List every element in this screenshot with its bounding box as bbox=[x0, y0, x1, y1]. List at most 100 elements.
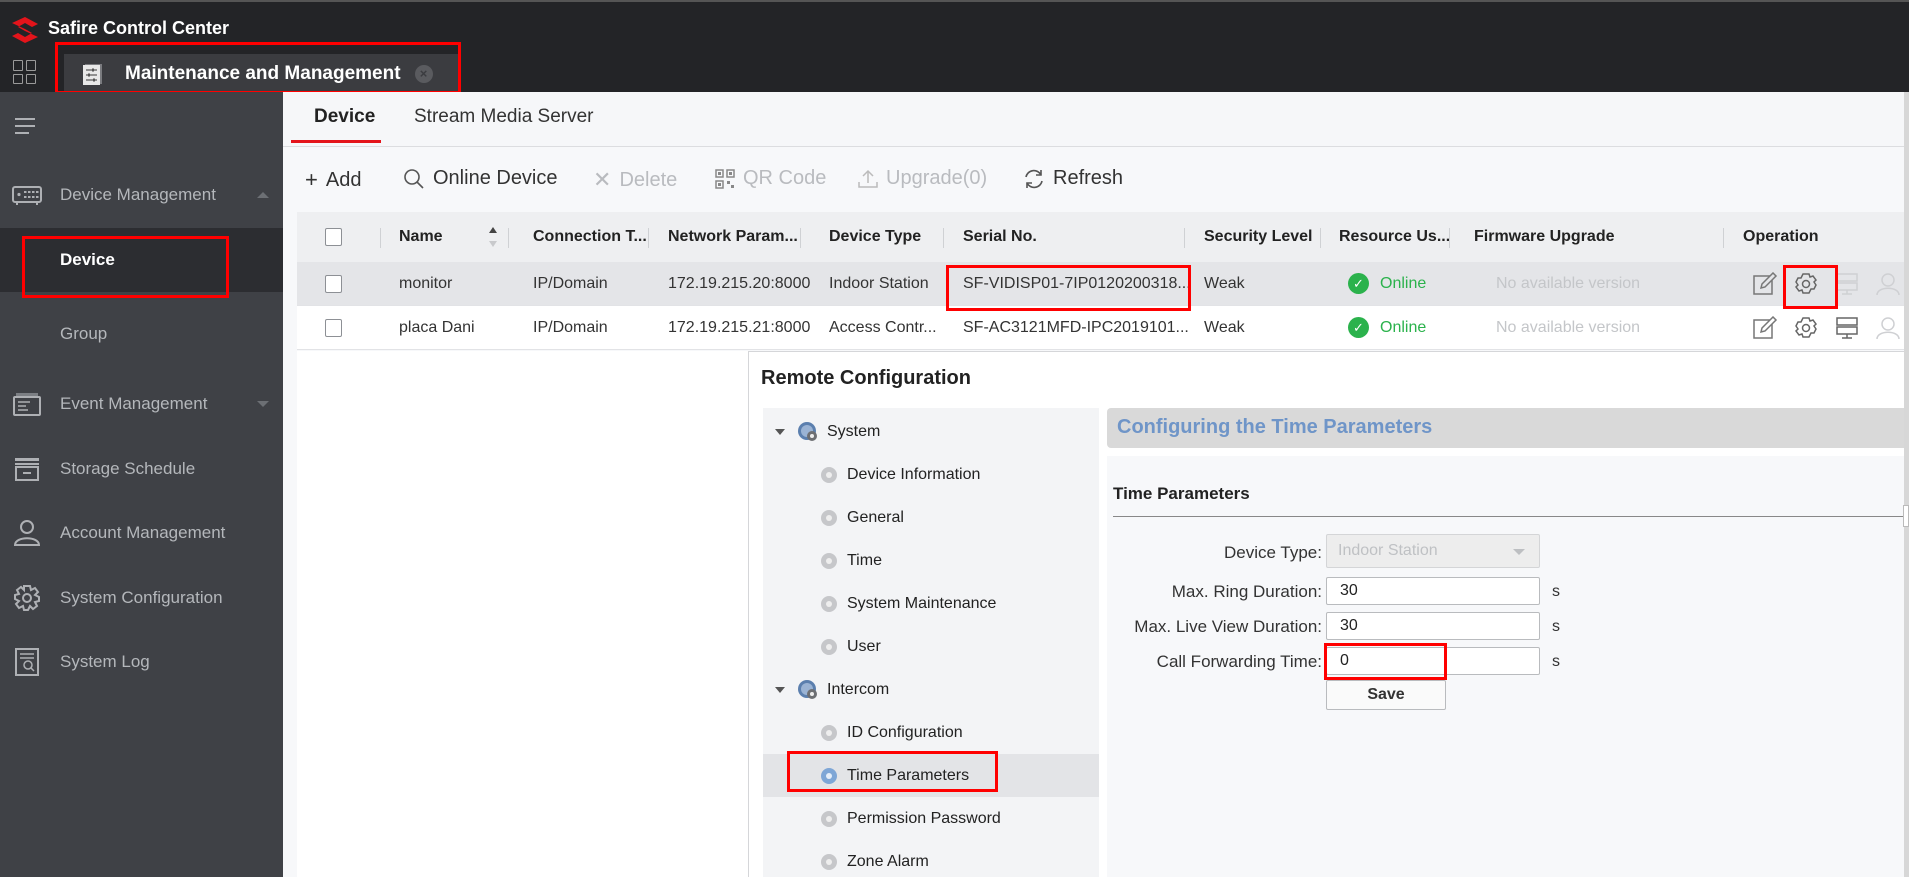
upgrade-button[interactable]: Upgrade(0) bbox=[858, 167, 987, 190]
app-grid-icon[interactable] bbox=[13, 60, 37, 84]
cell-device-type: Indoor Station bbox=[829, 275, 929, 292]
settings-gear-icon[interactable] bbox=[1793, 316, 1819, 340]
select-all-checkbox[interactable] bbox=[325, 228, 342, 246]
edit-icon[interactable] bbox=[1752, 316, 1778, 340]
table-row[interactable]: placa Dani IP/Domain 172.19.215.21:8000 … bbox=[297, 306, 1904, 350]
max-live-view-duration-label: Max. Live View Duration: bbox=[1134, 617, 1322, 636]
column-network-params[interactable]: Network Param... bbox=[668, 228, 798, 246]
delete-button[interactable]: ✕ Delete bbox=[593, 167, 677, 193]
sidebar-subitem-device[interactable]: Device bbox=[0, 228, 283, 292]
sidebar-item-system-log[interactable]: System Log bbox=[0, 632, 283, 692]
refresh-label: Refresh bbox=[1053, 167, 1124, 189]
column-separator bbox=[648, 228, 649, 248]
gear-small-icon bbox=[821, 767, 837, 784]
tree-label: Time bbox=[847, 551, 882, 569]
tree-node-general[interactable]: General bbox=[763, 496, 1099, 539]
row-max-live-view-duration: Max. Live View Duration: 30 s bbox=[1107, 612, 1904, 642]
cell-firmware: No available version bbox=[1496, 275, 1641, 292]
scrollbar-thumb[interactable] bbox=[1903, 505, 1909, 527]
tab-stream-media-server[interactable]: Stream Media Server bbox=[414, 106, 594, 128]
plus-icon: + bbox=[305, 167, 318, 192]
tree-node-permission-password[interactable]: Permission Password bbox=[763, 797, 1099, 840]
row-checkbox[interactable] bbox=[325, 319, 342, 337]
sort-icon[interactable] bbox=[488, 226, 498, 248]
remote-config-title: Remote Configuration bbox=[761, 367, 971, 389]
call-forwarding-time-label: Call Forwarding Time: bbox=[1156, 652, 1322, 671]
tree-node-id-configuration[interactable]: ID Configuration bbox=[763, 711, 1099, 754]
settings-gear-icon[interactable] bbox=[1793, 272, 1819, 296]
chevron-up-icon bbox=[257, 192, 269, 198]
status-text: Online bbox=[1380, 274, 1427, 292]
sidebar-item-event-management[interactable]: Event Management bbox=[0, 374, 283, 434]
column-firmware-upgrade[interactable]: Firmware Upgrade bbox=[1474, 228, 1614, 246]
sidebar-subitem-group[interactable]: Group bbox=[0, 302, 283, 366]
cell-name: monitor bbox=[399, 275, 453, 292]
user-outline-icon[interactable] bbox=[1875, 272, 1901, 296]
gear-small-icon bbox=[821, 466, 837, 483]
sidebar-item-label: Device bbox=[60, 250, 115, 269]
max-live-view-duration-input[interactable]: 30 bbox=[1326, 612, 1540, 640]
refresh-button[interactable]: Refresh bbox=[1023, 167, 1123, 190]
server-icon[interactable] bbox=[1834, 272, 1860, 296]
hamburger-icon[interactable] bbox=[15, 118, 35, 134]
vertical-scrollbar[interactable] bbox=[1904, 92, 1909, 877]
add-button[interactable]: + Add bbox=[305, 167, 361, 193]
device-type-select[interactable]: Indoor Station bbox=[1326, 534, 1540, 568]
max-ring-duration-input[interactable]: 30 bbox=[1326, 577, 1540, 605]
qr-code-label: QR Code bbox=[743, 167, 827, 189]
column-serial-no[interactable]: Serial No. bbox=[963, 228, 1037, 246]
row-checkbox[interactable] bbox=[325, 275, 342, 293]
expand-arrow-icon[interactable] bbox=[775, 686, 785, 693]
tree-node-time[interactable]: Time bbox=[763, 539, 1099, 582]
column-connection-type[interactable]: Connection T... bbox=[533, 228, 647, 246]
expand-arrow-icon[interactable] bbox=[775, 428, 785, 435]
sidebar-item-storage-schedule[interactable]: Storage Schedule bbox=[0, 439, 283, 499]
sidebar-item-label: Storage Schedule bbox=[60, 459, 196, 478]
column-device-type[interactable]: Device Type bbox=[829, 228, 921, 246]
tree-label: General bbox=[847, 508, 904, 526]
column-security-level[interactable]: Security Level bbox=[1204, 228, 1313, 246]
remote-configuration-panel: Remote Configuration System Device Infor… bbox=[749, 351, 1904, 877]
tree-node-system[interactable]: System bbox=[763, 410, 1099, 453]
status-badge: ✓ Online bbox=[1348, 273, 1426, 294]
qr-code-button[interactable]: QR Code bbox=[715, 167, 826, 190]
tree-node-device-information[interactable]: Device Information bbox=[763, 453, 1099, 496]
tree-node-zone-alarm[interactable]: Zone Alarm bbox=[763, 840, 1099, 877]
cell-network: 172.19.215.20:8000 bbox=[668, 275, 811, 292]
sidebar-item-system-configuration[interactable]: System Configuration bbox=[0, 568, 283, 628]
status-text: Online bbox=[1380, 318, 1427, 336]
tree-label: Intercom bbox=[827, 680, 890, 698]
close-circle-icon[interactable]: × bbox=[414, 65, 433, 83]
sidebar-item-device-management[interactable]: Device Management bbox=[0, 165, 283, 225]
cell-serial: SF-VIDISP01-7IP0120200318... bbox=[963, 275, 1191, 292]
tree-node-user[interactable]: User bbox=[763, 625, 1099, 668]
storage-icon bbox=[15, 458, 39, 481]
sidebar-item-account-management[interactable]: Account Management bbox=[0, 503, 283, 563]
sidebar: Device Management Device Group Event Man… bbox=[0, 92, 283, 877]
table-row[interactable]: monitor IP/Domain 172.19.215.20:8000 Ind… bbox=[297, 262, 1904, 306]
gear-icon bbox=[14, 585, 40, 611]
tree-node-system-maintenance[interactable]: System Maintenance bbox=[763, 582, 1099, 625]
column-resource-usage[interactable]: Resource Us... bbox=[1339, 228, 1450, 246]
column-name[interactable]: Name bbox=[399, 228, 443, 246]
cell-security: Weak bbox=[1204, 275, 1245, 292]
tree-label: ID Configuration bbox=[847, 723, 963, 741]
tree-label: System Maintenance bbox=[847, 594, 997, 612]
check-circle-icon: ✓ bbox=[1348, 273, 1369, 294]
device-type-value: Indoor Station bbox=[1338, 542, 1438, 559]
table-header: Name Connection T... Network Param... De… bbox=[297, 212, 1904, 262]
tab-device[interactable]: Device bbox=[314, 106, 375, 128]
app-tab-maintenance[interactable]: Maintenance and Management × bbox=[64, 54, 458, 94]
time-parameters-form: Time Parameters Device Type: Indoor Stat… bbox=[1107, 456, 1904, 877]
online-device-button[interactable]: Online Device bbox=[403, 167, 558, 190]
status-badge: ✓ Online bbox=[1348, 317, 1426, 338]
tree-node-intercom[interactable]: Intercom bbox=[763, 668, 1099, 711]
app-tab-label: Maintenance and Management bbox=[125, 63, 401, 84]
server-icon[interactable] bbox=[1834, 316, 1860, 340]
call-forwarding-time-input[interactable]: 0 bbox=[1326, 647, 1540, 675]
user-outline-icon[interactable] bbox=[1875, 316, 1901, 340]
edit-icon[interactable] bbox=[1752, 272, 1778, 296]
device-box-icon bbox=[12, 186, 42, 205]
tree-node-time-parameters[interactable]: Time Parameters bbox=[763, 754, 1099, 797]
save-button[interactable]: Save bbox=[1326, 680, 1446, 710]
